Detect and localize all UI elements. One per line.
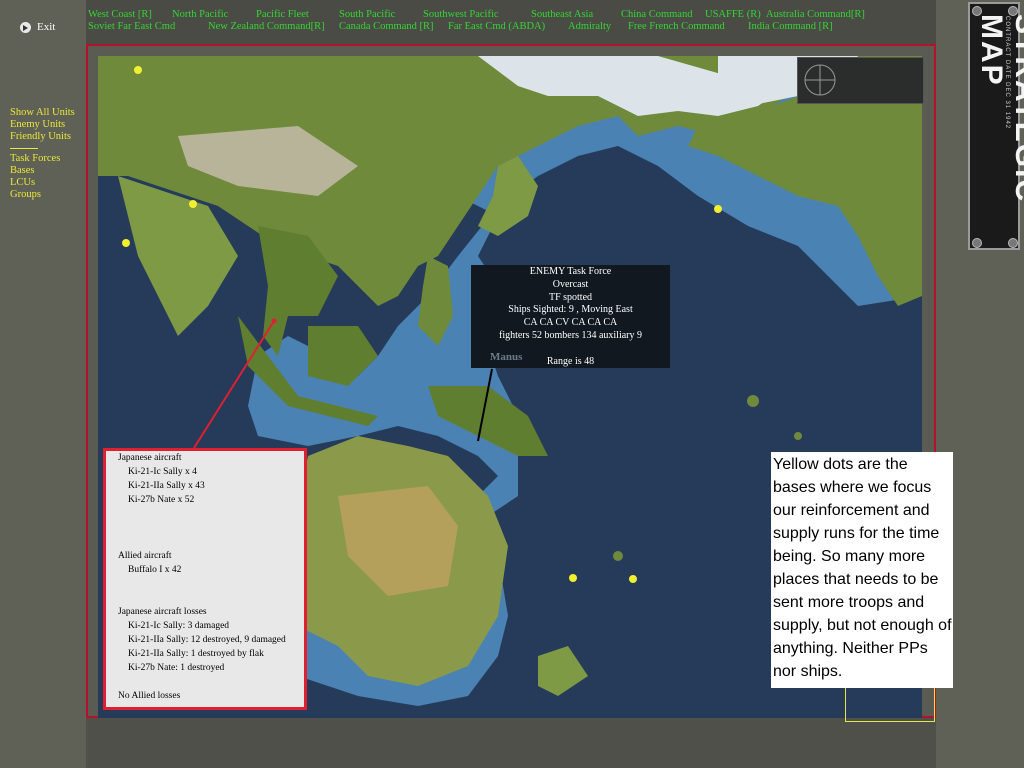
menu-southeast-asia[interactable]: Southeast Asia xyxy=(531,9,593,20)
menu-admiralty[interactable]: Admiralty xyxy=(568,21,611,32)
minimap-grid xyxy=(804,64,836,96)
base-marker[interactable] xyxy=(134,66,142,74)
menu-india-command[interactable]: India Command [R] xyxy=(748,21,833,32)
exit-arrow-icon xyxy=(20,21,31,33)
filter-task-forces[interactable]: Task Forces xyxy=(10,153,84,165)
filter-lcus[interactable]: LCUs xyxy=(10,177,84,189)
report-loss-header: Japanese aircraft losses xyxy=(118,607,207,617)
map-location-label: Manus xyxy=(490,351,523,363)
tf-weather: Overcast xyxy=(552,278,589,290)
report-line: Ki-21-Ic Sally x 4 xyxy=(128,467,197,477)
menu-free-french[interactable]: Free French Command xyxy=(628,21,725,32)
filter-enemy-units[interactable]: Enemy Units xyxy=(10,119,84,131)
report-allied-losses: No Allied losses xyxy=(118,691,181,701)
combat-report: Japanese aircraft Ki-21-Ic Sally x 4 Ki-… xyxy=(103,448,307,710)
report-line: Ki-21-IIa Sally x 43 xyxy=(128,481,205,491)
logo-title: STRATEGIC MAP xyxy=(975,14,1024,204)
menu-usaffe[interactable]: USAFFE (R) xyxy=(705,9,761,20)
tf-composition: CA CA CV CA CA CA xyxy=(523,317,618,329)
hq-command-menu: West Coast [R] North Pacific Pacific Fle… xyxy=(88,9,948,39)
report-line: Ki-27b Nate x 52 xyxy=(128,495,195,505)
minimap[interactable] xyxy=(797,57,924,104)
menu-far-east-abda[interactable]: Far East Cmd (ABDA) xyxy=(448,21,545,32)
report-jp-header: Japanese aircraft xyxy=(118,453,182,463)
report-line: Buffalo I x 42 xyxy=(128,565,182,575)
menu-australia-command[interactable]: Australia Command[R] xyxy=(766,9,865,20)
annotation-note: Yellow dots are the bases where we focus… xyxy=(771,452,953,688)
base-marker[interactable] xyxy=(629,575,637,583)
base-marker[interactable] xyxy=(122,239,130,247)
menu-south-pacific[interactable]: South Pacific xyxy=(339,9,395,20)
bottom-bar xyxy=(86,718,936,768)
menu-divider xyxy=(10,148,38,149)
menu-new-zealand[interactable]: New Zealand Command[R] xyxy=(208,21,325,32)
exit-button[interactable]: Exit xyxy=(20,21,55,33)
menu-soviet-far-east[interactable]: Soviet Far East Cmd xyxy=(88,21,175,32)
base-marker[interactable] xyxy=(569,574,577,582)
minimap-viewport-frame xyxy=(845,688,935,722)
exit-label: Exit xyxy=(37,21,56,33)
report-line: Ki-21-IIa Sally: 1 destroyed by flak xyxy=(128,649,264,659)
filter-friendly-units[interactable]: Friendly Units xyxy=(10,131,84,143)
menu-canada-command[interactable]: Canada Command [R] xyxy=(339,21,433,32)
menu-north-pacific[interactable]: North Pacific xyxy=(172,9,228,20)
filter-groups[interactable]: Groups xyxy=(10,189,84,201)
base-marker[interactable] xyxy=(714,205,722,213)
report-line: Ki-21-Ic Sally: 3 damaged xyxy=(128,621,230,631)
tf-ships: Ships Sighted: 9 , Moving East xyxy=(508,304,633,316)
filter-show-all[interactable]: Show All Units xyxy=(10,107,84,119)
tf-status: TF spotted xyxy=(548,291,593,303)
menu-pacific-fleet[interactable]: Pacific Fleet xyxy=(256,9,309,20)
filter-bases[interactable]: Bases xyxy=(10,165,84,177)
strategic-map-logo: STRATEGIC MAP CONTRACT DATE DEC 31 1942 xyxy=(968,2,1024,250)
tf-aircraft: fighters 52 bombers 134 auxiliary 9 xyxy=(498,329,643,341)
report-line: Ki-21-IIa Sally: 12 destroyed, 9 damaged xyxy=(128,635,286,645)
menu-china-command[interactable]: China Command xyxy=(621,9,692,20)
logo-subtitle: CONTRACT DATE DEC 31 1942 xyxy=(1004,16,1010,130)
tf-title: ENEMY Task Force xyxy=(529,266,612,277)
report-allied-header: Allied aircraft xyxy=(118,551,172,561)
base-marker[interactable] xyxy=(189,200,197,208)
report-line: Ki-27b Nate: 1 destroyed xyxy=(128,663,225,673)
menu-west-coast[interactable]: West Coast [R] xyxy=(88,9,152,20)
menu-southwest-pacific[interactable]: Southwest Pacific xyxy=(423,9,499,20)
unit-filter-menu: Show All Units Enemy Units Friendly Unit… xyxy=(10,107,84,201)
